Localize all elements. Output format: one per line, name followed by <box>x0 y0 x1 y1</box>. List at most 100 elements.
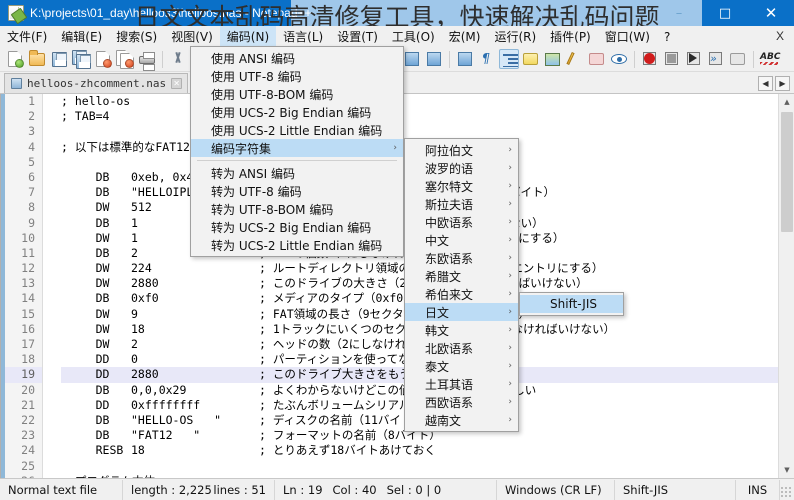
tab-0[interactable]: helloos-zhcomment.nas ✕ <box>4 73 189 93</box>
minimize-button[interactable]: – <box>656 0 702 26</box>
menu-bar: 文件(F) 编辑(E) 搜索(S) 视图(V) 编码(N) 语言(L) 设置(T) 工具(O)… <box>0 26 794 47</box>
menu-item-label: 使用 UTF-8-BOM 编码 <box>211 87 334 102</box>
resize-grip[interactable] <box>780 486 792 498</box>
menu-4[interactable]: 编码(N) <box>219 26 277 47</box>
run-macro-multiple-icon[interactable]: » <box>706 49 726 69</box>
menu_charset-item-1[interactable]: 波罗的语 › <box>405 159 518 177</box>
menu-0[interactable]: 文件(F) <box>0 26 54 47</box>
code-line[interactable]: RESB 18 ; とりあえず18バイトあけておく <box>61 443 778 458</box>
line-number: 2 <box>28 109 35 124</box>
monitoring-icon[interactable] <box>609 49 629 69</box>
menu_charset-item-13[interactable]: 土耳其语 › <box>405 375 518 393</box>
open-file-icon[interactable] <box>27 49 47 69</box>
close-button[interactable]: ✕ <box>748 0 794 26</box>
function-list-icon[interactable] <box>565 49 585 69</box>
menu-2[interactable]: 搜索(S) <box>109 26 164 47</box>
vertical-scrollbar[interactable]: ▲ ▼ <box>778 94 794 478</box>
spell-check-icon[interactable]: ABC <box>759 49 780 69</box>
show-all-characters-icon[interactable]: ¶ <box>477 49 497 69</box>
play-macro-icon[interactable] <box>684 49 704 69</box>
menu-item-label: 转为 UCS-2 Big Endian 编码 <box>211 220 372 235</box>
menu_encoding-item-8[interactable]: 转为 UTF-8 编码 <box>191 182 403 200</box>
menu_encoding-item-7[interactable]: 转为 ANSI 编码 <box>191 164 403 182</box>
tab-navigation: ◀ ▶ <box>758 76 790 91</box>
menu_charset-item-9[interactable]: 日文 › <box>405 303 518 321</box>
menu_encoding-item-2[interactable]: 使用 UTF-8-BOM 编码 <box>191 85 403 103</box>
menu_charset-item-4[interactable]: 中欧语系 › <box>405 213 518 231</box>
user-defined-language-icon[interactable] <box>521 49 541 69</box>
code-comment: ; hello-os <box>61 94 131 108</box>
cut-icon[interactable] <box>168 49 188 69</box>
fold-margin[interactable] <box>44 94 60 478</box>
code-line[interactable] <box>61 459 778 474</box>
menu_charset-item-3[interactable]: 斯拉夫语 › <box>405 195 518 213</box>
menu_charset-item-6[interactable]: 东欧语系 › <box>405 249 518 267</box>
menu_charset-item-5[interactable]: 中文 › <box>405 231 518 249</box>
save-icon[interactable] <box>49 49 69 69</box>
menu_encoding-item-1[interactable]: 使用 UTF-8 编码 <box>191 67 403 85</box>
close-all-icon[interactable] <box>115 49 135 69</box>
menu_charset-item-12[interactable]: 泰文 › <box>405 357 518 375</box>
menu_encoding-item-9[interactable]: 转为 UTF-8-BOM 编码 <box>191 200 403 218</box>
code-comment: ; TAB=4 <box>61 109 110 124</box>
save-all-icon[interactable] <box>71 49 91 69</box>
code-opcode: DW <box>61 200 110 215</box>
code-opcode: DD <box>61 352 110 367</box>
tab-close-icon[interactable]: ✕ <box>171 78 183 89</box>
status-caret-position: Ln : 19 Col : 40 Sel : 0 | 0 <box>275 479 497 500</box>
tab-prev-button[interactable]: ◀ <box>758 76 773 91</box>
menu_japanese-item-0[interactable]: Shift-JIS <box>520 295 623 313</box>
folder-as-workspace-icon[interactable] <box>587 49 607 69</box>
menu-11[interactable]: 窗口(W) <box>598 26 657 47</box>
menu-6[interactable]: 设置(T) <box>330 26 385 47</box>
menu_encoding-item-4[interactable]: 使用 UCS-2 Little Endian 编码 <box>191 121 403 139</box>
scroll-down-arrow[interactable]: ▼ <box>779 462 794 478</box>
menu_charset-item-15[interactable]: 越南文 › <box>405 411 518 429</box>
close-document-button[interactable]: X <box>776 29 784 43</box>
record-macro-icon[interactable] <box>640 49 660 69</box>
scrollbar-thumb[interactable] <box>781 112 793 232</box>
menu-3[interactable]: 视图(V) <box>164 26 220 47</box>
status-encoding: Shift-JIS <box>615 479 736 500</box>
menu_encoding-item-10[interactable]: 转为 UCS-2 Big Endian 编码 <box>191 218 403 236</box>
save-macro-icon[interactable] <box>728 49 748 69</box>
menu_encoding-item-3[interactable]: 使用 UCS-2 Big Endian 编码 <box>191 103 403 121</box>
tab-next-button[interactable]: ▶ <box>775 76 790 91</box>
print-icon[interactable] <box>137 49 157 71</box>
stop-macro-icon[interactable] <box>662 49 682 69</box>
chevron-right-icon: › <box>508 343 512 353</box>
menu-item-label: 塞尔特文 <box>425 179 474 194</box>
menu-9[interactable]: 运行(R) <box>487 26 543 47</box>
close-file-icon[interactable] <box>93 49 113 69</box>
menu_charset-item-11[interactable]: 北欧语系 › <box>405 339 518 357</box>
menu-10[interactable]: 插件(P) <box>543 26 598 47</box>
code-line[interactable]: ; hello-os <box>61 94 778 109</box>
menu_encoding-item-0[interactable]: 使用 ANSI 编码 <box>191 49 403 67</box>
line-number: 11 <box>21 245 35 260</box>
indent-guide-icon[interactable] <box>499 49 519 69</box>
code-operand: 0 <box>131 352 138 367</box>
scroll-up-arrow[interactable]: ▲ <box>779 94 794 110</box>
document-map-icon[interactable] <box>543 49 563 69</box>
menu_encoding-item-5[interactable]: 编码字符集 › <box>191 139 403 157</box>
menu_encoding-item-11[interactable]: 转为 UCS-2 Little Endian 编码 <box>191 236 403 254</box>
menu_charset-item-10[interactable]: 韩文 › <box>405 321 518 339</box>
menu-1[interactable]: 编辑(E) <box>54 26 109 47</box>
code-operand: 9 <box>131 306 138 321</box>
menu-item-label: 编码字符集 <box>211 141 272 156</box>
word-wrap-icon[interactable] <box>455 49 475 69</box>
maximize-button[interactable]: □ <box>702 0 748 26</box>
menu_charset-item-14[interactable]: 西欧语系 › <box>405 393 518 411</box>
menu_charset-item-2[interactable]: 塞尔特文 › <box>405 177 518 195</box>
menu-7[interactable]: 工具(O) <box>385 26 442 47</box>
code-line[interactable]: ; TAB=4 <box>61 109 778 124</box>
menu_charset-item-8[interactable]: 希伯来文 › <box>405 285 518 303</box>
menu-8[interactable]: 宏(M) <box>442 26 488 47</box>
new-file-icon[interactable] <box>5 49 25 69</box>
sync-vertical-scroll-icon[interactable] <box>402 49 422 69</box>
menu_charset-item-7[interactable]: 希腊文 › <box>405 267 518 285</box>
menu-12[interactable]: ? <box>657 26 677 47</box>
menu-5[interactable]: 语言(L) <box>276 26 330 47</box>
sync-horizontal-scroll-icon[interactable] <box>424 49 444 69</box>
menu_charset-item-0[interactable]: 阿拉伯文 › <box>405 141 518 159</box>
